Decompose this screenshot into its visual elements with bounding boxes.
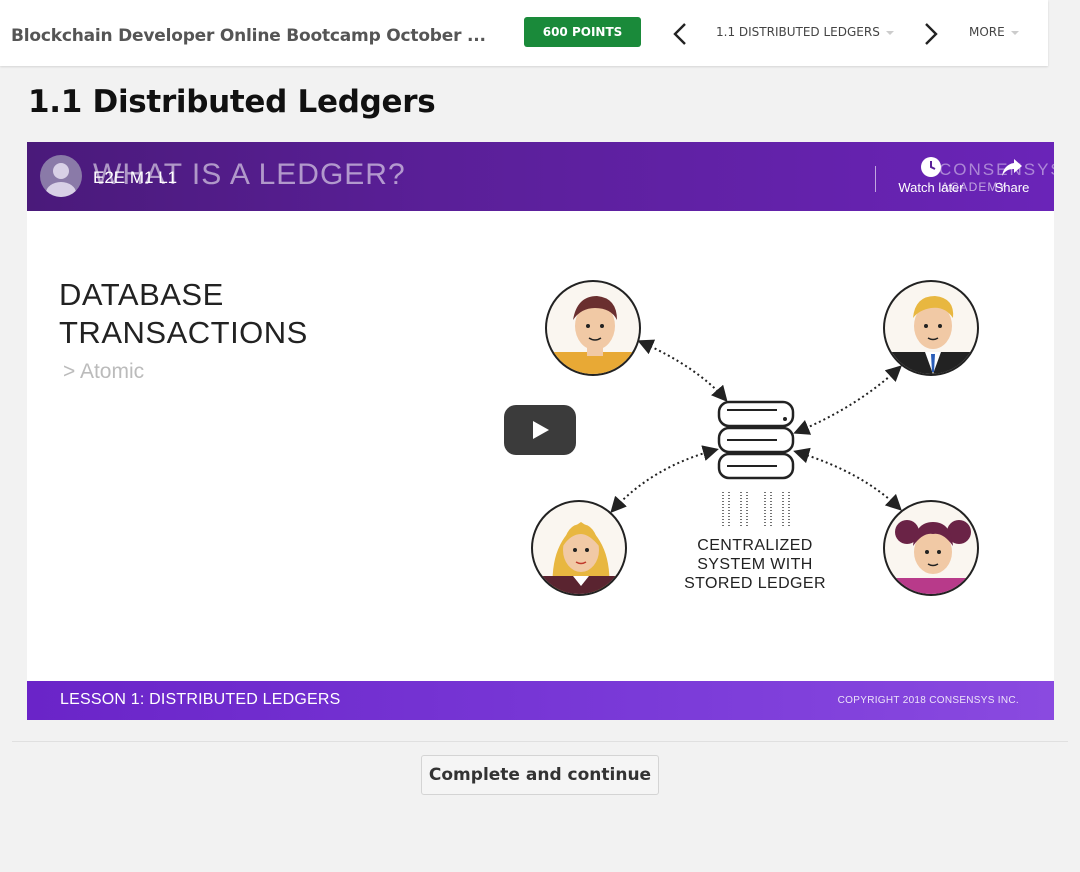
more-dropdown-label: MORE [969,25,1005,39]
woman-avatar-icon [533,522,625,594]
lesson-label: LESSON 1: DISTRIBUTED LEDGERS [60,691,341,708]
page-title: 1.1 Distributed Ledgers [28,84,436,120]
businessman-avatar-icon [885,296,977,374]
video-footer-bar: LESSON 1: DISTRIBUTED LEDGERS COPYRIGHT … [27,681,1054,720]
divider [12,741,1068,742]
complete-and-continue-button[interactable]: Complete and continue [421,755,659,795]
chevron-right-icon [925,23,938,45]
caret-down-icon [1010,30,1019,35]
lesson-dropdown-label: 1.1 DISTRIBUTED LEDGERS [716,25,880,39]
play-icon [533,421,549,439]
database-icon [717,400,795,526]
video-player[interactable]: WHAT IS A LEDGER? E2E M1 L1 CONSENSYS AC… [27,142,1054,720]
diagram-label-line: SYSTEM WITH [697,556,813,573]
diagram-label: CENTRALIZED SYSTEM WITH STORED LEDGER [665,536,845,593]
more-dropdown[interactable]: MORE [969,25,1019,39]
person-avatar [531,500,627,596]
copyright-text: COPYRIGHT 2018 CONSENSYS INC. [837,695,1019,706]
previous-lesson-button[interactable] [668,18,692,50]
points-badge[interactable]: 600 POINTS [524,17,641,47]
diagram-label-line: CENTRALIZED [697,537,813,554]
girl-avatar-icon [885,520,977,594]
person-avatar [883,280,979,376]
next-lesson-button[interactable] [919,18,943,50]
caret-down-icon [885,30,894,35]
play-button[interactable] [504,405,576,455]
lesson-dropdown[interactable]: 1.1 DISTRIBUTED LEDGERS [716,25,894,39]
man-avatar-icon [547,296,639,374]
course-title[interactable]: Blockchain Developer Online Bootcamp Oct… [11,26,486,46]
person-avatar [545,280,641,376]
person-avatar [883,500,979,596]
diagram-label-line: STORED LEDGER [684,575,826,592]
top-navigation-bar: Blockchain Developer Online Bootcamp Oct… [0,0,1048,66]
chevron-left-icon [673,23,686,45]
